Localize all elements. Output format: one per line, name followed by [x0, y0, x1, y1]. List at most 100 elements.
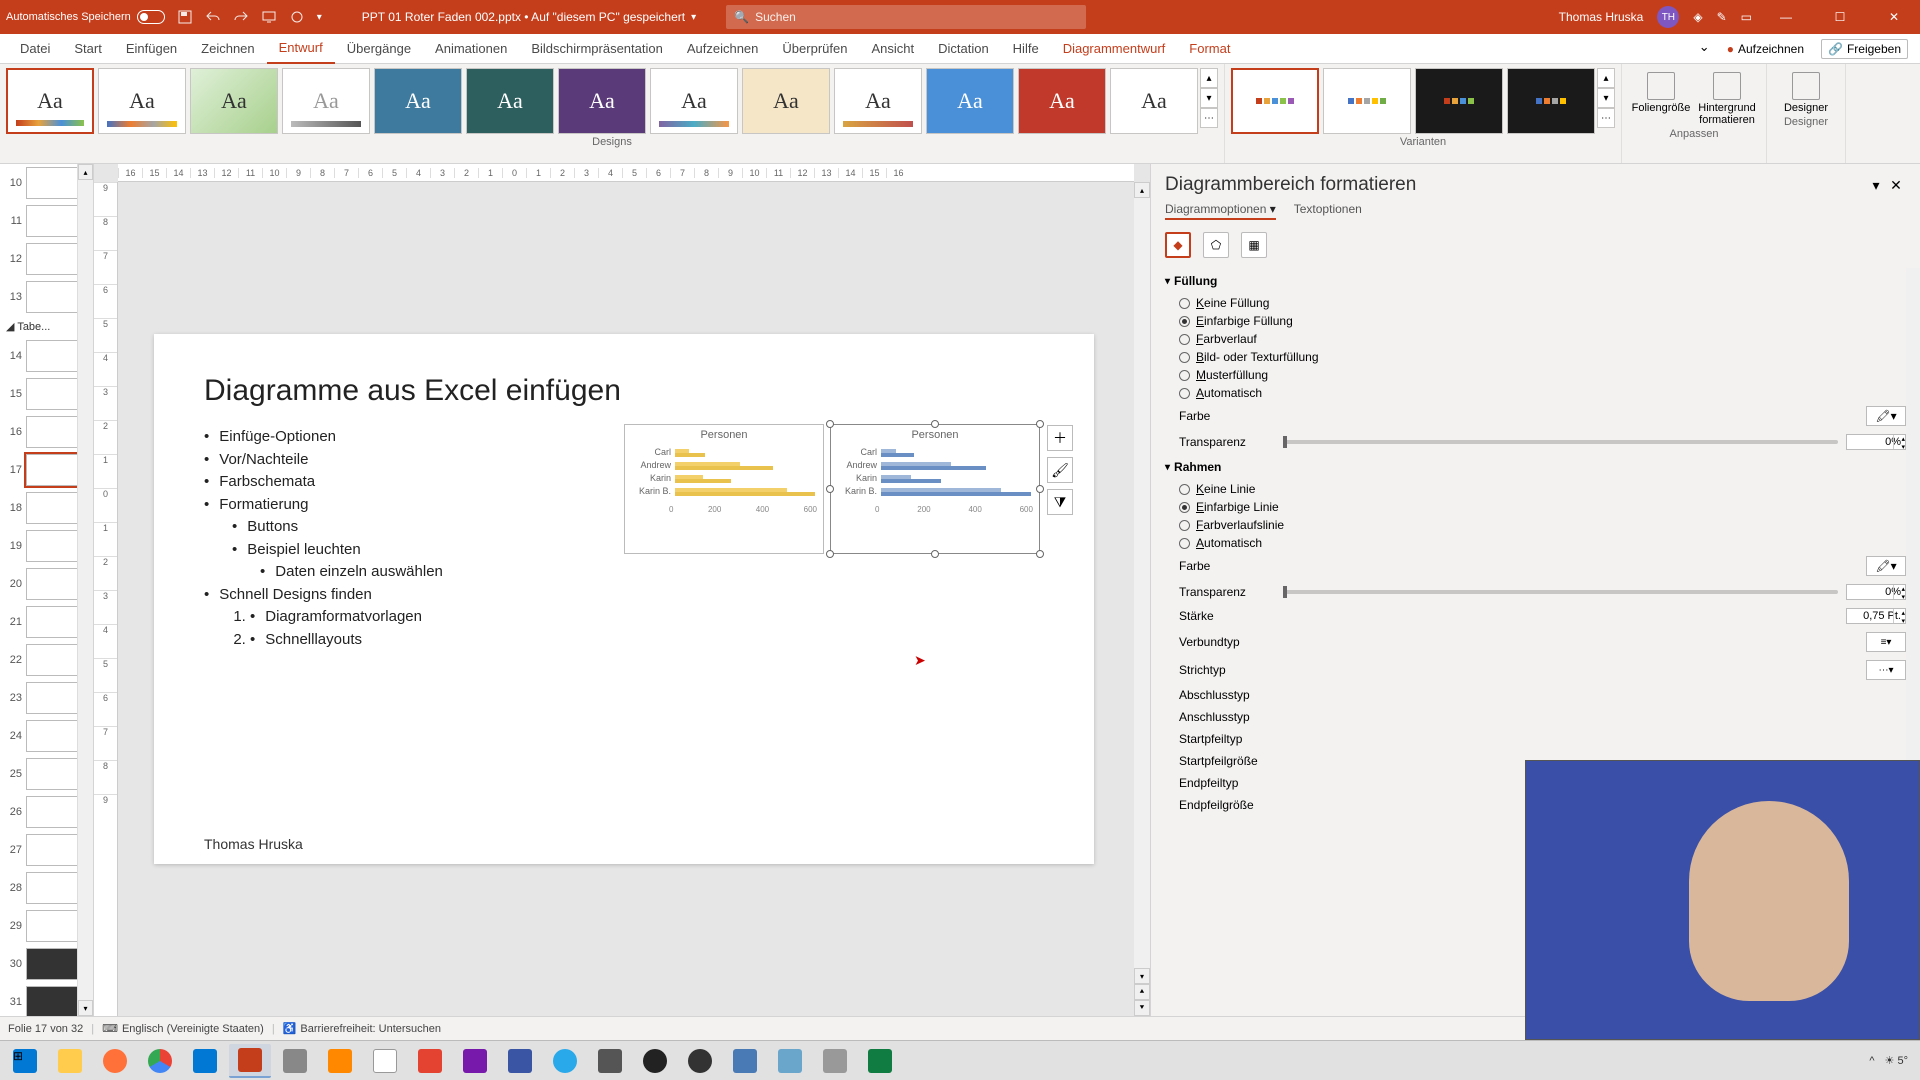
outlook-icon[interactable] [184, 1044, 226, 1078]
fill-color-picker[interactable]: 🖍▾ [1866, 406, 1906, 426]
tab-textoptionen[interactable]: Textoptionen [1294, 202, 1362, 220]
fill-option[interactable]: Einfarbige Füllung [1165, 312, 1906, 330]
theme-swatch[interactable]: Aa [282, 68, 370, 134]
designer-button[interactable]: Designer [1773, 68, 1839, 114]
section-rahmen[interactable]: Rahmen [1165, 454, 1906, 480]
user-name[interactable]: Thomas Hruska [1559, 10, 1644, 24]
slide-thumbnail[interactable] [26, 948, 80, 980]
minimize-button[interactable]: — [1766, 0, 1806, 34]
slide-thumbnail[interactable] [26, 530, 80, 562]
telegram-icon[interactable] [544, 1044, 586, 1078]
prev-slide-icon[interactable]: ⯅ [1134, 984, 1150, 1000]
border-width-value[interactable]: 0,75 Pt.▴▾ [1846, 608, 1906, 624]
slide-thumbnail[interactable] [26, 281, 80, 313]
tab-ansicht[interactable]: Ansicht [859, 34, 926, 64]
pane-close-button[interactable]: ✕ [1886, 177, 1906, 194]
nav-scrollbar[interactable]: ▴ ▾ [77, 164, 93, 1016]
chart-bar[interactable] [675, 479, 731, 483]
slide-thumbnail[interactable] [26, 416, 80, 448]
todoist-icon[interactable] [409, 1044, 451, 1078]
app-icon[interactable] [274, 1044, 316, 1078]
theme-swatch[interactable]: Aa [650, 68, 738, 134]
slide-thumbnail[interactable] [26, 340, 80, 372]
slide-thumbnail[interactable] [26, 205, 80, 237]
effects-icon[interactable]: ⬠ [1203, 232, 1229, 258]
pen-icon[interactable]: ✎ [1717, 10, 1727, 24]
variant-gallery-more[interactable]: ▴▾⋯ [1597, 68, 1615, 128]
slide-canvas[interactable]: 1615141312111098765432101234567891011121… [94, 164, 1150, 1016]
app-icon[interactable] [589, 1044, 631, 1078]
app-icon[interactable] [724, 1044, 766, 1078]
accessibility-status[interactable]: Barrierefreiheit: Untersuchen [300, 1023, 441, 1035]
toggle-off-icon[interactable] [137, 10, 165, 24]
chart-filter-button[interactable]: ⧩ [1047, 489, 1073, 515]
variant-gallery[interactable] [1231, 68, 1595, 134]
tab-diagrammentwurf[interactable]: Diagrammentwurf [1051, 34, 1178, 64]
foliengroesse-button[interactable]: Foliengröße [1628, 68, 1694, 126]
variant-swatch[interactable] [1231, 68, 1319, 134]
border-transparency-value[interactable]: 0%▴▾ [1846, 584, 1906, 600]
fill-line-icon[interactable]: ◆ [1165, 232, 1191, 258]
fill-option[interactable]: Automatisch [1165, 384, 1906, 402]
qat-more-icon[interactable]: ▾ [317, 12, 322, 23]
tab-zeichnen[interactable]: Zeichnen [189, 34, 266, 64]
chart-bar[interactable] [881, 453, 914, 457]
scroll-up-icon[interactable]: ▴ [78, 164, 93, 180]
tab-uebergaenge[interactable]: Übergänge [335, 34, 423, 64]
slide-thumbnail[interactable] [26, 682, 80, 714]
tray-expand-icon[interactable]: ^ [1869, 1055, 1874, 1067]
theme-swatch[interactable]: Aa [6, 68, 94, 134]
tab-datei[interactable]: Datei [8, 34, 62, 64]
chrome-icon[interactable] [139, 1044, 181, 1078]
save-icon[interactable] [177, 9, 193, 25]
embedded-chart-2-selected[interactable]: Personen CarlAndrewKarinKarin B. 0200400… [830, 424, 1040, 554]
chart-bar[interactable] [881, 479, 941, 483]
diamond-icon[interactable]: ◈ [1693, 10, 1702, 24]
chart-styles-button[interactable]: 🖌 [1047, 457, 1073, 483]
title-dropdown-icon[interactable]: ▾ [691, 12, 696, 23]
app-icon[interactable] [364, 1044, 406, 1078]
border-option[interactable]: Automatisch [1165, 534, 1906, 552]
border-transparency-slider[interactable] [1283, 590, 1838, 594]
start-button[interactable]: ⊞ [4, 1044, 46, 1078]
tab-hilfe[interactable]: Hilfe [1001, 34, 1051, 64]
slide-thumbnail[interactable] [26, 644, 80, 676]
chart-bar[interactable] [881, 466, 986, 470]
tab-ueberpruefen[interactable]: Überprüfen [770, 34, 859, 64]
theme-swatch[interactable]: Aa [834, 68, 922, 134]
weather-widget[interactable]: ☀ 5° [1885, 1054, 1908, 1067]
close-button[interactable]: ✕ [1874, 0, 1914, 34]
slide-thumbnail[interactable] [26, 454, 80, 486]
slide-thumbnail[interactable] [26, 910, 80, 942]
tab-start[interactable]: Start [62, 34, 113, 64]
slide-thumbnail[interactable] [26, 720, 80, 752]
autosave-toggle[interactable]: Automatisches Speichern [6, 10, 165, 24]
dash-type-combo[interactable]: ⋯▾ [1866, 660, 1906, 680]
pane-options-icon[interactable]: ▾ [1866, 177, 1886, 194]
firefox-icon[interactable] [94, 1044, 136, 1078]
window-icon[interactable]: ▭ [1741, 10, 1752, 24]
app-icon[interactable] [814, 1044, 856, 1078]
variant-swatch[interactable] [1323, 68, 1411, 134]
excel-icon[interactable] [859, 1044, 901, 1078]
theme-swatch[interactable]: Aa [742, 68, 830, 134]
slide-thumbnail[interactable] [26, 872, 80, 904]
next-slide-icon[interactable]: ⯆ [1134, 1000, 1150, 1016]
theme-swatch[interactable]: Aa [466, 68, 554, 134]
slide-thumbnail[interactable] [26, 796, 80, 828]
chart-elements-button[interactable]: ＋ [1047, 425, 1073, 451]
app-icon[interactable] [679, 1044, 721, 1078]
theme-swatch[interactable]: Aa [926, 68, 1014, 134]
theme-swatch[interactable]: Aa [558, 68, 646, 134]
tab-diagrammoptionen[interactable]: Diagrammoptionen ▾ [1165, 202, 1276, 220]
obs-icon[interactable] [634, 1044, 676, 1078]
fill-option[interactable]: Farbverlauf [1165, 330, 1906, 348]
canvas-scrollbar[interactable]: ▴ ▾ ⯅ ⯆ [1134, 182, 1150, 1016]
slide-thumbnail[interactable] [26, 758, 80, 790]
onenote-icon[interactable] [454, 1044, 496, 1078]
fill-option[interactable]: Musterfüllung [1165, 366, 1906, 384]
border-color-picker[interactable]: 🖍▾ [1866, 556, 1906, 576]
embedded-chart-1[interactable]: Personen CarlAndrewKarinKarin B. 0200400… [624, 424, 824, 554]
tab-format[interactable]: Format [1177, 34, 1242, 64]
theme-swatch[interactable]: Aa [190, 68, 278, 134]
